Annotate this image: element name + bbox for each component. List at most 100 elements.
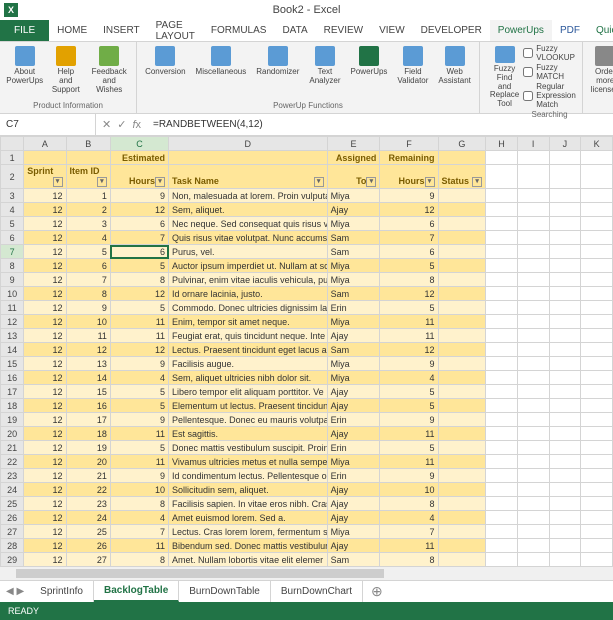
tab-page-layout[interactable]: PAGE LAYOUT [148,20,203,41]
cell[interactable] [438,259,486,273]
cell[interactable] [438,483,486,497]
cell[interactable]: 4 [380,511,438,525]
cell[interactable]: Miya [327,357,380,371]
cell[interactable]: 8 [380,553,438,567]
row-header[interactable]: 24 [1,483,24,497]
cell[interactable]: 8 [110,553,168,567]
cell[interactable]: 14 [66,371,110,385]
filter-icon[interactable]: ▾ [97,177,107,187]
cell[interactable] [438,287,486,301]
filter-icon[interactable]: ▾ [53,177,63,187]
cell[interactable]: Miya [327,259,380,273]
cell[interactable]: 12 [24,231,66,245]
row-header[interactable]: 17 [1,385,24,399]
row-header[interactable]: 19 [1,413,24,427]
cell[interactable]: 5 [110,301,168,315]
cell[interactable]: 5 [380,385,438,399]
cell[interactable] [438,385,486,399]
cell[interactable]: 12 [24,469,66,483]
cell[interactable] [438,525,486,539]
randomizer-button[interactable]: Randomizer [252,44,303,100]
cell[interactable] [438,245,486,259]
col-header-K[interactable]: K [581,137,613,151]
cell[interactable]: 9 [110,469,168,483]
cell[interactable] [438,455,486,469]
cell[interactable]: Miya [327,525,380,539]
cell[interactable]: 9 [380,469,438,483]
cell[interactable]: 12 [380,203,438,217]
cell[interactable]: Sollicitudin sem, aliquet. [169,483,328,497]
cell[interactable]: Ajay [327,539,380,553]
row-header[interactable]: 20 [1,427,24,441]
cell[interactable]: Erin [327,413,380,427]
cell[interactable]: Id condimentum lectus. Pellentesque o [169,469,328,483]
cell[interactable]: 12 [24,273,66,287]
col-header-D[interactable]: D [169,137,328,151]
cell[interactable]: 11 [110,539,168,553]
text-analyzer-button[interactable]: Text Analyzer [305,44,344,100]
row-header[interactable]: 13 [1,329,24,343]
col-header-B[interactable]: B [66,137,110,151]
sheet-nav[interactable]: ◀ ▶ [0,586,30,597]
cell[interactable]: Miya [327,315,380,329]
cell[interactable]: 12 [24,371,66,385]
cell[interactable]: 12 [24,553,66,567]
misc-button[interactable]: Miscellaneous [192,44,251,100]
tab-data[interactable]: DATA [274,20,315,41]
fuzzy-find-button[interactable]: Fuzzy Find and Replace Tool [486,44,523,111]
name-box[interactable]: C7 [0,114,96,135]
cell[interactable]: 12 [24,441,66,455]
cell[interactable]: Facilisis sapien. In vitae eros nibh. Cr… [169,497,328,511]
cell[interactable]: Lectus. Cras lorem lorem, fermentum se [169,525,328,539]
cell[interactable]: 6 [66,259,110,273]
cell[interactable]: 12 [24,245,66,259]
cell[interactable]: 11 [110,455,168,469]
row-header[interactable]: 29 [1,553,24,567]
cell[interactable]: 9 [380,357,438,371]
cell[interactable]: Feugiat erat, quis tincidunt neque. Inte [169,329,328,343]
cell[interactable]: 11 [110,315,168,329]
cell[interactable]: 12 [24,427,66,441]
cancel-icon[interactable]: ✕ [102,118,111,131]
filter-icon[interactable]: ▾ [425,177,435,187]
cell[interactable]: Ajay [327,497,380,511]
cell[interactable]: 10 [380,483,438,497]
cell[interactable]: Enim, tempor sit amet neque. [169,315,328,329]
cell[interactable]: 5 [110,399,168,413]
cell[interactable]: 24 [66,511,110,525]
cell[interactable]: 2 [66,203,110,217]
regex-match-checkbox[interactable]: Regular Expression Match [523,82,576,109]
cell[interactable]: 11 [380,455,438,469]
add-sheet-button[interactable]: ⊕ [363,583,391,600]
cell[interactable]: 12 [110,203,168,217]
cell[interactable]: 7 [110,525,168,539]
cell[interactable]: 11 [380,427,438,441]
col-header-J[interactable]: J [549,137,581,151]
cell[interactable]: 11 [380,315,438,329]
powerups-button[interactable]: PowerUps [347,44,392,100]
cell[interactable]: 11 [66,329,110,343]
cell[interactable]: Sam [327,231,380,245]
cell[interactable] [438,189,486,203]
cell[interactable] [438,469,486,483]
web-assistant-button[interactable]: Web Assistant [434,44,474,100]
cell[interactable]: Sem, aliquet ultricies nibh dolor sit. [169,371,328,385]
cell[interactable]: 12 [24,455,66,469]
row-header[interactable]: 28 [1,539,24,553]
cell[interactable]: 12 [24,189,66,203]
row-header[interactable]: 6 [1,231,24,245]
cell[interactable]: 12 [380,343,438,357]
cell[interactable]: Ajay [327,427,380,441]
cell[interactable]: 21 [66,469,110,483]
cell[interactable]: 12 [24,203,66,217]
cell[interactable]: 6 [110,217,168,231]
cell[interactable]: Id ornare lacinia, justo. [169,287,328,301]
cell[interactable]: 7 [380,525,438,539]
cell[interactable]: 12 [24,259,66,273]
sheet-burndownchart[interactable]: BurnDownChart [271,581,363,602]
cell[interactable]: 13 [66,357,110,371]
cell[interactable]: 7 [110,231,168,245]
cell[interactable] [438,203,486,217]
cell[interactable]: Ajay [327,483,380,497]
col-header-corner[interactable] [1,137,24,151]
